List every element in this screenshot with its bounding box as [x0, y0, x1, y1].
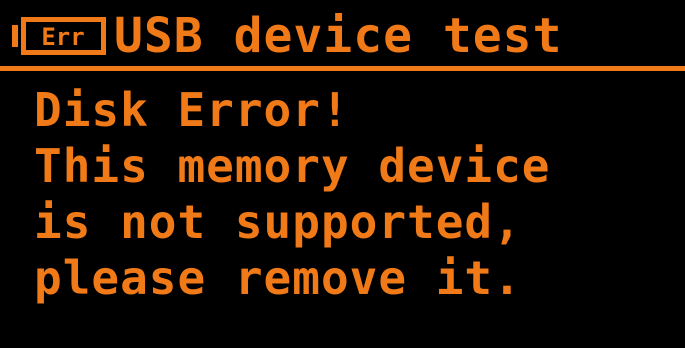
error-message: Disk Error! This memory device is not su… [34, 82, 674, 306]
message-line-1: Disk Error! [34, 83, 350, 137]
message-line-2: This memory device [34, 139, 551, 193]
message-line-3: is not supported, [34, 195, 522, 249]
header-divider [0, 66, 685, 71]
lcd-display: Err USB device test Disk Error! This mem… [0, 0, 685, 348]
message-line-4: please remove it. [34, 251, 522, 305]
header-bar: Err USB device test [0, 0, 685, 66]
screen-title: USB device test [114, 8, 563, 64]
error-icon: Err [12, 17, 106, 55]
error-icon-label: Err [41, 23, 84, 51]
